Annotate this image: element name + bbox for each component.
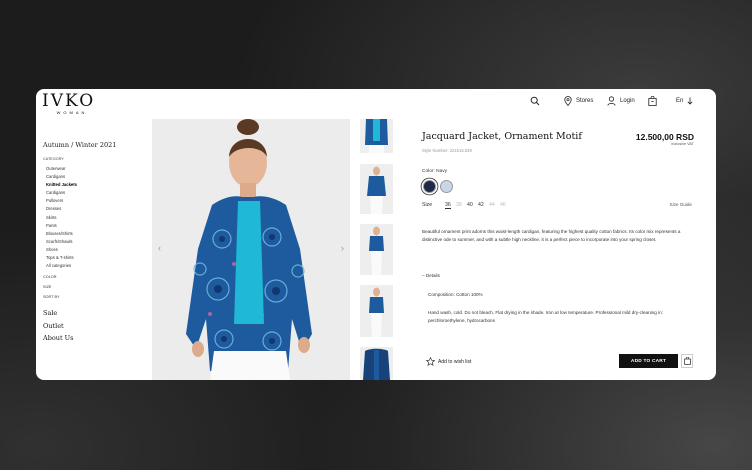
filter-size[interactable]: SIZE [43, 282, 143, 292]
language-label: En [676, 98, 684, 104]
size-option-40[interactable]: 40 [467, 202, 473, 208]
category-item[interactable]: Pants [43, 222, 143, 230]
add-to-cart-button[interactable]: ADD TO CART [619, 354, 678, 368]
thumbnail-4[interactable] [360, 285, 393, 337]
season-title[interactable]: Autumn / Winter 2021 [43, 141, 143, 149]
arrow-down-icon [687, 97, 693, 105]
nav-link-about[interactable]: About Us [43, 332, 143, 345]
store-icon [683, 357, 691, 365]
nav-link-outlet[interactable]: Outlet [43, 320, 143, 333]
category-item[interactable]: Dresses [43, 205, 143, 213]
add-to-wishlist-button[interactable]: Add to wish list [426, 357, 471, 366]
nav-link-sale[interactable]: Sale [43, 307, 143, 320]
vat-note: Inclusive VAT [671, 142, 694, 146]
category-list: Outerwear Cardigans Knitted Jackets Cardiga… [43, 165, 143, 270]
product-price: 12.500,00 RSD [635, 132, 694, 142]
prev-image-arrow-icon[interactable]: ‹ [158, 243, 161, 253]
product-page-card: IVKO WOMAN Stores Login En Autumn / Wint… [36, 89, 716, 380]
thumbnail-2[interactable] [360, 164, 393, 214]
size-option-38[interactable]: 38 [456, 202, 462, 208]
category-item[interactable]: Pullovers [43, 197, 143, 205]
sidebar-nav: Autumn / Winter 2021 CATEGORY Outerwear C… [43, 141, 143, 345]
login-link[interactable]: Login [607, 95, 635, 107]
thumbnail-5[interactable] [360, 347, 393, 380]
size-option-42[interactable]: 42 [478, 202, 484, 208]
category-item[interactable]: Cardigans [43, 173, 143, 181]
color-swatch-navy[interactable] [423, 180, 436, 193]
color-swatch-light-blue[interactable] [440, 180, 453, 193]
product-title: Jacquard Jacket, Ornament Motif [422, 131, 582, 142]
composition-text: Composition: Cotton 100% [428, 292, 483, 297]
cart-button[interactable] [648, 95, 657, 107]
size-label: Size [422, 202, 433, 208]
login-label: Login [620, 98, 635, 104]
category-item[interactable]: Shoes [43, 246, 143, 254]
category-heading: CATEGORY [43, 157, 64, 161]
style-number: Style Number: 221515.039 [422, 148, 472, 153]
size-option-44[interactable]: 44 [489, 202, 495, 208]
stores-link[interactable]: Stores [564, 95, 593, 107]
search-icon [530, 96, 540, 106]
color-label: Color: Navy [422, 169, 448, 174]
location-pin-icon [564, 96, 572, 106]
product-description: Beautiful ornament print adorns this wai… [422, 229, 681, 242]
brand-name: IVKO [42, 91, 96, 111]
category-item[interactable]: Skirts [43, 214, 143, 222]
model-illustration [152, 119, 350, 380]
size-guide-link[interactable]: Size Guide [670, 202, 692, 207]
size-option-36[interactable]: 36 [445, 202, 451, 209]
brand-logo[interactable]: IVKO WOMAN [42, 92, 102, 115]
wishlist-label: Add to wish list [438, 358, 472, 365]
category-item[interactable]: Tops & T-shirts [43, 254, 143, 262]
star-icon [426, 357, 435, 366]
size-option-46[interactable]: 46 [500, 202, 506, 208]
stores-label: Stores [576, 98, 594, 104]
product-main-image[interactable]: ‹ › [152, 119, 350, 380]
category-item[interactable]: Blouses/Shirts [43, 230, 143, 238]
user-icon [607, 96, 616, 106]
category-item[interactable]: Knitted Jackets [43, 181, 143, 189]
category-item[interactable]: Cardigans [43, 189, 143, 197]
details-toggle[interactable]: – Details [422, 273, 440, 278]
next-image-arrow-icon[interactable]: › [341, 243, 344, 253]
size-selector: Size 36 38 40 42 44 46 Size Guide [422, 202, 692, 210]
store-availability-button[interactable] [681, 354, 693, 368]
filter-sort[interactable]: SORT BY [43, 292, 143, 302]
filter-color[interactable]: COLOR [43, 272, 143, 282]
category-item[interactable]: All categories [43, 262, 143, 270]
search-button[interactable] [530, 95, 540, 107]
category-item[interactable]: Scarfs/Shawls [43, 238, 143, 246]
thumbnail-1[interactable] [360, 119, 393, 153]
care-instructions: Hand wash, cold. Do not bleach. Flat dry… [428, 310, 663, 323]
language-selector[interactable]: En [676, 95, 693, 107]
thumbnail-3[interactable] [360, 224, 393, 275]
category-item[interactable]: Outerwear [43, 165, 143, 173]
shopping-bag-icon [648, 96, 657, 106]
